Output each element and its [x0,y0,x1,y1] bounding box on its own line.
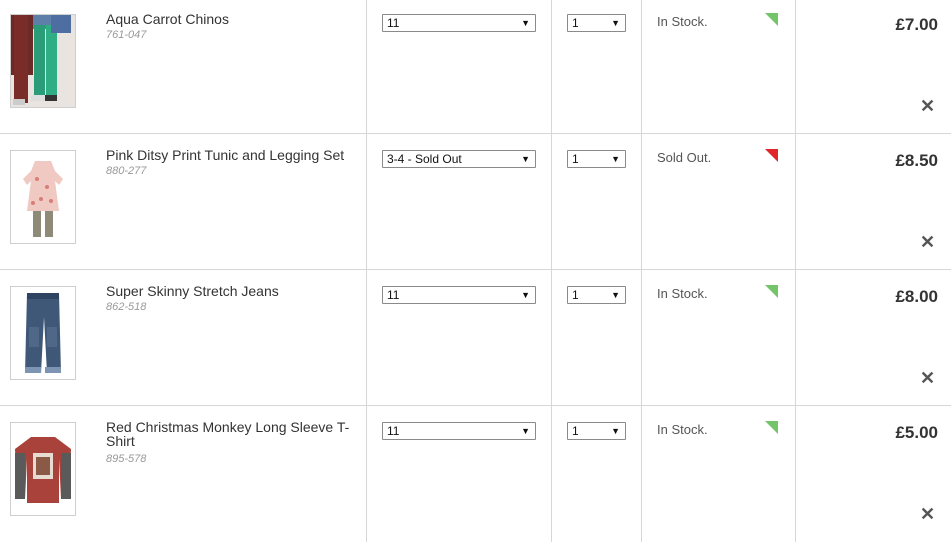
column-divider [641,406,642,542]
quantity-select-value: 1 [572,16,579,30]
product-name[interactable]: Pink Ditsy Print Tunic and Legging Set [106,148,356,162]
dropdown-arrow-icon: ▼ [611,290,620,300]
dropdown-arrow-icon: ▼ [521,290,530,300]
remove-item-button[interactable]: ✕ [920,97,935,115]
product-code: 895-578 [106,453,147,465]
column-divider [551,134,552,269]
column-divider [551,0,552,133]
quantity-select[interactable]: 1 ▼ [567,14,626,32]
dropdown-arrow-icon: ▼ [521,426,530,436]
size-select-value: 11 [387,288,400,302]
item-price: £5.00 [895,423,938,442]
column-divider [551,270,552,405]
column-divider [641,134,642,269]
product-code: 862-518 [106,301,147,313]
tshirt-image [11,423,75,515]
product-image[interactable] [10,14,76,108]
product-image[interactable] [10,422,76,516]
column-divider [551,406,552,542]
stock-status: In Stock. [657,422,708,437]
product-code: 880-277 [106,165,147,177]
dropdown-arrow-icon: ▼ [611,154,620,164]
remove-item-button[interactable]: ✕ [920,505,935,523]
cart-item-row: Pink Ditsy Print Tunic and Legging Set 8… [0,134,951,270]
size-select[interactable]: 11 ▼ [382,422,536,440]
size-select-value: 11 [387,16,400,30]
remove-item-button[interactable]: ✕ [920,369,935,387]
column-divider [366,0,367,133]
chinos-image [11,15,75,107]
cart-item-row: Aqua Carrot Chinos 761-047 11 ▼ 1 ▼ In S… [0,0,951,134]
column-divider [641,0,642,133]
product-code: 761-047 [106,29,147,41]
remove-item-button[interactable]: ✕ [920,233,935,251]
quantity-select[interactable]: 1 ▼ [567,150,626,168]
column-divider [795,406,796,542]
item-price: £7.00 [895,15,938,34]
stock-status: In Stock. [657,14,708,29]
column-divider [641,270,642,405]
quantity-select[interactable]: 1 ▼ [567,422,626,440]
dropdown-arrow-icon: ▼ [521,18,530,28]
product-image[interactable] [10,286,76,380]
column-divider [795,270,796,405]
shopping-bag-list: Aqua Carrot Chinos 761-047 11 ▼ 1 ▼ In S… [0,0,951,542]
product-image[interactable] [10,150,76,244]
quantity-select-value: 1 [572,152,579,166]
quantity-select-value: 1 [572,288,579,302]
column-divider [795,0,796,133]
quantity-select[interactable]: 1 ▼ [567,286,626,304]
in-stock-flag-icon [765,421,778,434]
item-price: £8.00 [895,287,938,306]
jeans-image [11,287,75,379]
product-name[interactable]: Red Christmas Monkey Long Sleeve T-Shirt [106,420,356,448]
column-divider [795,134,796,269]
column-divider [366,270,367,405]
in-stock-flag-icon [765,285,778,298]
size-select[interactable]: 11 ▼ [382,14,536,32]
size-select-value: 3-4 - Sold Out [387,152,462,166]
size-select[interactable]: 3-4 - Sold Out ▼ [382,150,536,168]
cart-item-row: Super Skinny Stretch Jeans 862-518 11 ▼ … [0,270,951,406]
quantity-select-value: 1 [572,424,579,438]
product-name[interactable]: Aqua Carrot Chinos [106,12,356,26]
stock-status: Sold Out. [657,150,712,165]
column-divider [366,134,367,269]
tunic-image [11,151,75,243]
sold-out-flag-icon [765,149,778,162]
size-select[interactable]: 11 ▼ [382,286,536,304]
column-divider [366,406,367,542]
stock-status: In Stock. [657,286,708,301]
item-price: £8.50 [895,151,938,170]
size-select-value: 11 [387,424,400,438]
in-stock-flag-icon [765,13,778,26]
product-name[interactable]: Super Skinny Stretch Jeans [106,284,356,298]
dropdown-arrow-icon: ▼ [521,154,530,164]
dropdown-arrow-icon: ▼ [611,426,620,436]
cart-item-row: Red Christmas Monkey Long Sleeve T-Shirt… [0,406,951,542]
dropdown-arrow-icon: ▼ [611,18,620,28]
